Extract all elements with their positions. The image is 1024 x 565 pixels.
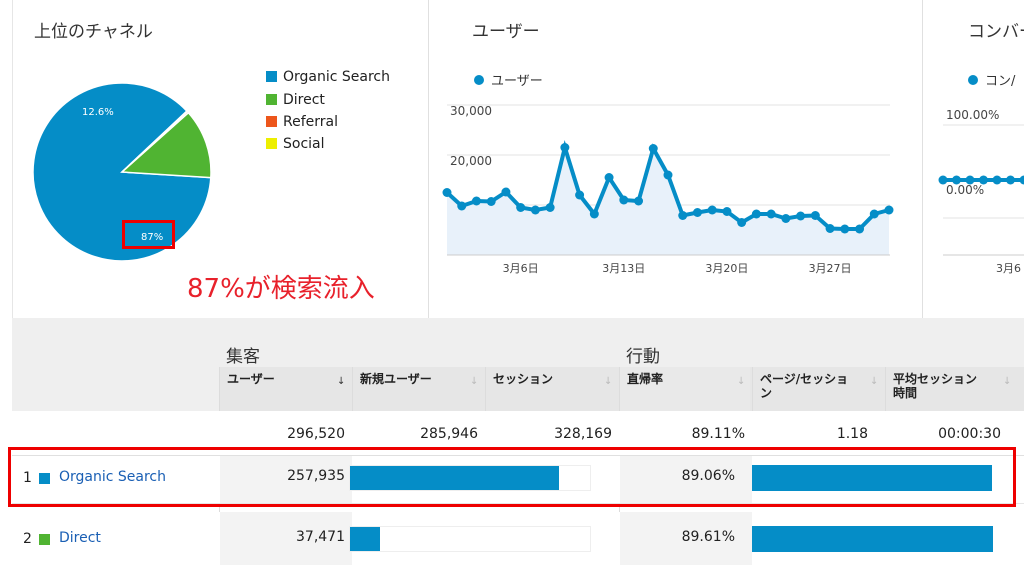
conversion-point[interactable] — [1006, 175, 1015, 185]
users-point[interactable] — [634, 196, 644, 206]
header-users[interactable]: ユーザー — [227, 372, 275, 386]
conversion-point[interactable] — [952, 175, 961, 185]
row-2-channel-link[interactable]: Direct — [59, 530, 101, 546]
header-avg-session-duration[interactable]: 平均セッション 時間 — [893, 372, 998, 400]
users-point[interactable] — [840, 224, 850, 234]
total-new-users: 285,946 — [420, 426, 478, 442]
users-xtick-label: 3月20日 — [705, 262, 748, 275]
group-label-acquisition: 集客 — [226, 347, 260, 367]
search-traffic-annotation: 87%が検索流入 — [187, 274, 375, 304]
conversion-card-title: コンバー — [968, 22, 1024, 42]
users-point[interactable] — [648, 144, 658, 153]
conversion-point[interactable] — [979, 175, 988, 185]
users-point[interactable] — [737, 218, 747, 227]
users-point[interactable] — [457, 201, 467, 211]
users-point[interactable] — [530, 205, 540, 215]
users-point[interactable] — [589, 209, 599, 219]
users-legend-dot — [474, 75, 484, 85]
row-2-bounce-rate: 89.61% — [681, 529, 735, 545]
cards-border-left — [12, 0, 13, 318]
users-point[interactable] — [796, 211, 806, 221]
row-2-bounce-bar-track — [752, 526, 994, 552]
users-legend: ユーザー — [474, 70, 543, 89]
users-point[interactable] — [884, 205, 894, 215]
legend-direct[interactable]: Direct — [266, 90, 325, 110]
users-point[interactable] — [663, 170, 673, 180]
conversion-ytick-zero: 0.00% — [946, 183, 984, 197]
total-sessions: 328,169 — [554, 426, 612, 442]
row-2-new-users-bar — [350, 527, 381, 551]
users-point[interactable] — [516, 203, 526, 212]
users-point[interactable] — [619, 195, 629, 205]
header-bounce-rate[interactable]: 直帰率 — [627, 372, 663, 386]
users-card-title: ユーザー — [472, 22, 540, 42]
organic-highlight-box — [122, 220, 175, 249]
users-ytick-label: 30,000 — [450, 104, 492, 118]
row-2-color-swatch — [39, 534, 50, 545]
users-line-chart: 30,00020,00010,000 3月6日3月13日3月20日3月27日 — [442, 104, 894, 275]
legend-organic-search[interactable]: Organic Search — [266, 67, 390, 87]
row-1-highlight-box — [8, 447, 1016, 507]
sort-icon-sessions[interactable]: ↓ — [604, 376, 612, 387]
legend-swatch-referral — [266, 116, 277, 127]
conversion-point[interactable] — [938, 175, 948, 185]
conversion-legend: コン/ — [968, 70, 1015, 89]
conversion-line-chart: 100.00% 0.00% 3月6 — [938, 108, 1024, 275]
legend-swatch-direct — [266, 94, 277, 105]
conversion-xtick: 3月6 — [996, 262, 1021, 275]
users-point[interactable] — [751, 209, 761, 219]
conversion-point[interactable] — [965, 175, 975, 185]
sort-icon-duration[interactable]: ↓ — [1003, 376, 1011, 387]
conversion-legend-dot — [968, 75, 978, 85]
group-label-behavior: 行動 — [626, 347, 660, 367]
header-new-users[interactable]: 新規ユーザー — [360, 372, 432, 386]
users-point[interactable] — [486, 197, 496, 206]
conversion-ytick-top: 100.00% — [946, 108, 999, 122]
users-chart-x-ticks: 3月6日 3月13日 3月20日 3月27日 — [503, 262, 852, 275]
users-point[interactable] — [545, 203, 555, 212]
row-2-new-users-bar-track — [349, 526, 591, 552]
sort-icon-bounce[interactable]: ↓ — [737, 376, 745, 387]
header-sessions[interactable]: セッション — [493, 372, 553, 386]
conversion-point[interactable] — [1019, 175, 1024, 185]
users-xtick-label: 3月6日 — [503, 262, 539, 275]
legend-referral[interactable]: Referral — [266, 112, 338, 132]
users-point[interactable] — [766, 209, 776, 219]
sort-icon-new-users[interactable]: ↓ — [470, 376, 478, 387]
header-pages-per-session[interactable]: ページ/セッショ ン — [760, 372, 860, 400]
legend-swatch-organic — [266, 71, 277, 82]
row-2-bounce-bar — [752, 526, 994, 552]
users-point[interactable] — [692, 208, 702, 217]
sort-icon-pages[interactable]: ↓ — [870, 376, 878, 387]
users-xtick-label: 3月13日 — [602, 262, 645, 275]
channels-card-title: 上位のチャネル — [34, 22, 153, 42]
total-bounce-rate: 89.11% — [691, 426, 745, 442]
users-point[interactable] — [722, 207, 732, 216]
users-point[interactable] — [442, 188, 452, 197]
users-point[interactable] — [707, 205, 717, 215]
users-point[interactable] — [501, 187, 511, 197]
total-users: 296,520 — [287, 426, 345, 442]
users-point[interactable] — [855, 224, 865, 234]
legend-social[interactable]: Social — [266, 134, 325, 154]
row-2-index: 2 — [23, 531, 32, 547]
users-point[interactable] — [575, 190, 585, 200]
users-point[interactable] — [810, 211, 820, 220]
total-pages-per-session: 1.18 — [836, 426, 868, 442]
sort-desc-icon[interactable]: ↓ — [337, 376, 345, 387]
total-avg-duration: 00:00:30 — [938, 426, 1001, 442]
users-point[interactable] — [825, 224, 835, 233]
pie-label-direct: 12.6% — [82, 107, 114, 118]
users-point[interactable] — [781, 214, 791, 223]
users-xtick-label: 3月27日 — [809, 262, 852, 275]
users-point[interactable] — [604, 173, 614, 182]
legend-swatch-social — [266, 138, 277, 149]
users-point[interactable] — [471, 196, 481, 206]
users-point[interactable] — [869, 209, 879, 219]
users-point[interactable] — [560, 143, 570, 152]
conversion-point[interactable] — [992, 175, 1002, 185]
row-2-users: 37,471 — [296, 529, 345, 545]
users-point[interactable] — [678, 211, 688, 220]
users-ytick-label: 20,000 — [450, 154, 492, 168]
